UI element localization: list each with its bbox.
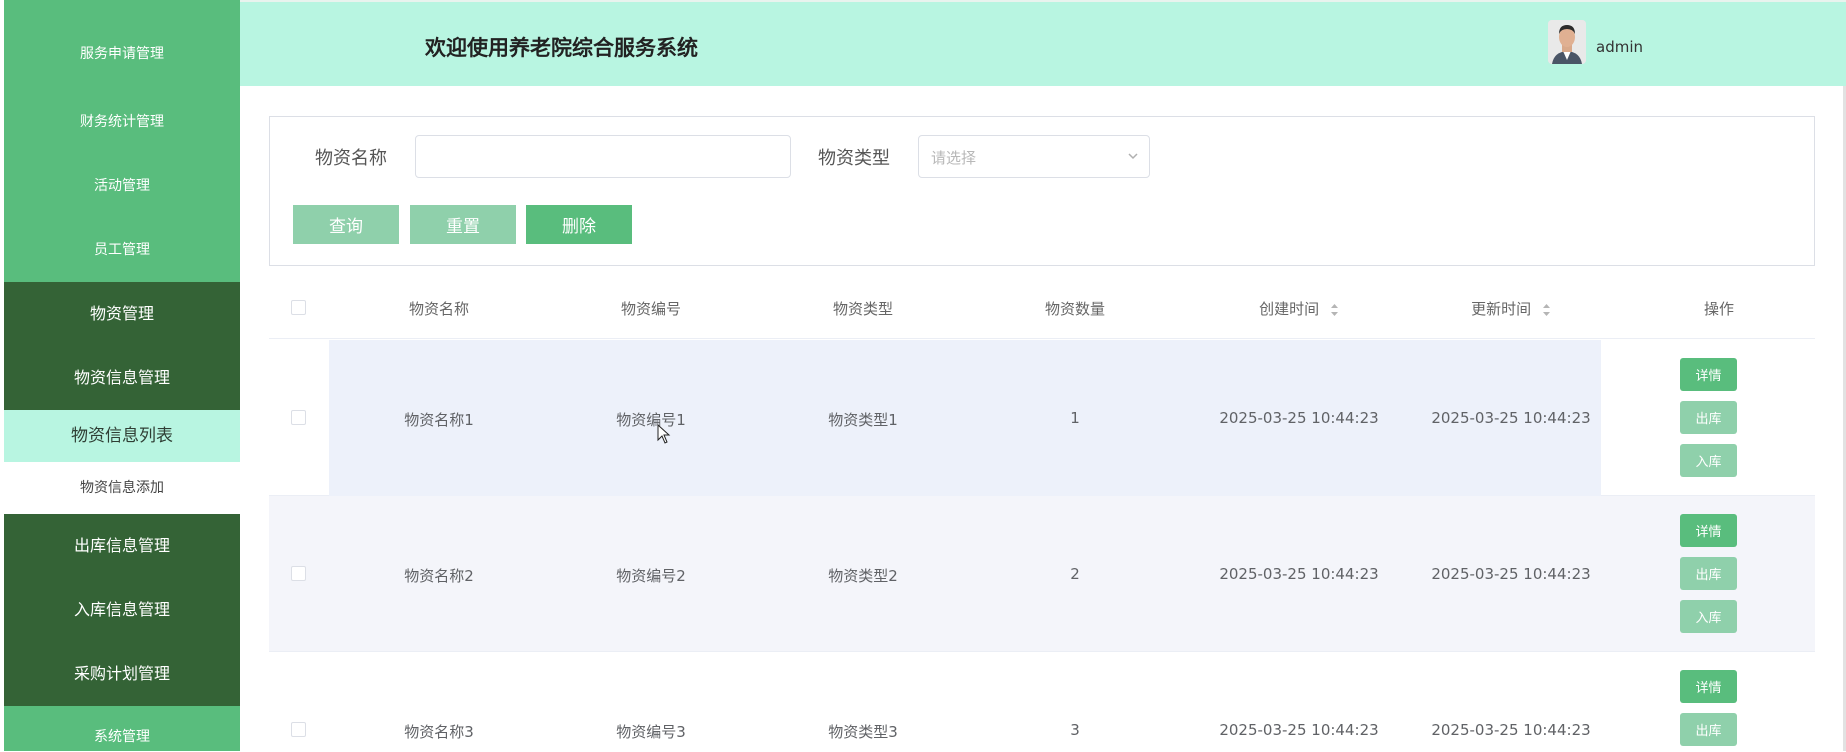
cell-name: 物资名称3 [404, 723, 474, 741]
cell-created: 2025-03-25 10:44:23 [1219, 721, 1379, 739]
reset-button[interactable]: 重置 [410, 205, 516, 244]
delete-button[interactable]: 删除 [526, 205, 632, 244]
sidebar-item-service-apply[interactable]: 服务申请管理 [4, 24, 240, 84]
cell-qty: 3 [1070, 721, 1080, 739]
table-row[interactable]: 物资名称1 物资编号1 物资类型1 1 2025-03-25 10:44:23 … [269, 340, 1815, 496]
cell-qty: 2 [1070, 565, 1080, 583]
outbound-button[interactable]: 出库 [1680, 557, 1737, 590]
col-updated[interactable]: 更新时间 [1416, 298, 1606, 319]
cell-updated: 2025-03-25 10:44:23 [1431, 565, 1591, 583]
chevron-down-icon [1128, 153, 1138, 160]
table-row[interactable]: 物资名称2 物资编号2 物资类型2 2 2025-03-25 10:44:23 … [269, 496, 1815, 652]
table-row[interactable]: 物资名称3 物资编号3 物资类型3 3 2025-03-25 10:44:23 … [269, 652, 1815, 752]
cell-type: 物资类型1 [828, 411, 898, 429]
search-panel: 物资名称 物资类型 请选择 查询 重置 删除 [269, 116, 1815, 266]
col-created[interactable]: 创建时间 [1204, 298, 1394, 319]
sidebar: 服务申请管理 财务统计管理 活动管理 员工管理 物资管理 物资信息管理 物资信息… [4, 0, 240, 751]
cell-name: 物资名称1 [404, 411, 474, 429]
sidebar-item-material-add[interactable]: 物资信息添加 [4, 462, 240, 514]
col-updated-label: 更新时间 [1471, 300, 1532, 318]
detail-button[interactable]: 详情 [1680, 358, 1737, 391]
avatar[interactable] [1548, 20, 1586, 64]
cell-created: 2025-03-25 10:44:23 [1219, 565, 1379, 583]
cell-updated: 2025-03-25 10:44:23 [1431, 721, 1591, 739]
row-checkbox[interactable] [291, 410, 306, 425]
sidebar-item-material-list[interactable]: 物资信息列表 [4, 410, 240, 462]
sidebar-item-material-info[interactable]: 物资信息管理 [4, 346, 240, 410]
cell-qty: 1 [1070, 409, 1080, 427]
row-checkbox[interactable] [291, 722, 306, 737]
row-hover-highlight [329, 340, 1601, 496]
sidebar-item-activity[interactable]: 活动管理 [4, 156, 240, 216]
col-type: 物资类型 [832, 300, 893, 318]
material-type-label: 物资类型 [818, 148, 890, 169]
col-name: 物资名称 [408, 300, 469, 318]
cell-code: 物资编号1 [616, 411, 686, 429]
sidebar-item-staff[interactable]: 员工管理 [4, 220, 240, 280]
cell-name: 物资名称2 [404, 567, 474, 585]
sidebar-item-system[interactable]: 系统管理 [4, 712, 240, 751]
outbound-button[interactable]: 出库 [1680, 713, 1737, 746]
detail-button[interactable]: 详情 [1680, 514, 1737, 547]
sidebar-item-purchase-plan[interactable]: 采购计划管理 [4, 642, 240, 706]
cell-created: 2025-03-25 10:44:23 [1219, 409, 1379, 427]
row-checkbox[interactable] [291, 566, 306, 581]
col-actions: 操作 [1703, 300, 1734, 318]
mouse-cursor-icon [657, 424, 671, 444]
sort-icon[interactable] [1330, 302, 1339, 318]
query-button[interactable]: 查询 [293, 205, 399, 244]
material-name-label: 物资名称 [315, 148, 387, 169]
outbound-button[interactable]: 出库 [1680, 401, 1737, 434]
top-header: 欢迎使用养老院综合服务系统 admin [240, 0, 1846, 86]
inbound-button[interactable]: 入库 [1680, 444, 1737, 477]
sort-icon[interactable] [1542, 302, 1551, 318]
sidebar-item-materials[interactable]: 物资管理 [4, 282, 240, 346]
cell-updated: 2025-03-25 10:44:23 [1431, 409, 1591, 427]
material-name-input[interactable] [415, 135, 791, 178]
col-created-label: 创建时间 [1259, 300, 1320, 318]
table-header: 物资名称 物资编号 物资类型 物资数量 创建时间 更新时间 操作 [269, 278, 1815, 339]
cell-code: 物资编号2 [616, 567, 686, 585]
sidebar-item-inbound[interactable]: 入库信息管理 [4, 578, 240, 642]
username-label[interactable]: admin [1596, 38, 1643, 56]
col-code: 物资编号 [620, 300, 681, 318]
inbound-button[interactable]: 入库 [1680, 600, 1737, 633]
sidebar-item-finance[interactable]: 财务统计管理 [4, 92, 240, 152]
page-title: 欢迎使用养老院综合服务系统 [425, 36, 698, 60]
sidebar-item-outbound[interactable]: 出库信息管理 [4, 514, 240, 578]
cell-code: 物资编号3 [616, 723, 686, 741]
material-type-placeholder: 请选择 [931, 149, 977, 167]
sidebar-item-cut[interactable] [4, 0, 240, 4]
cell-type: 物资类型2 [828, 567, 898, 585]
col-qty: 物资数量 [1044, 300, 1105, 318]
cell-type: 物资类型3 [828, 723, 898, 741]
material-type-select[interactable]: 请选择 [918, 135, 1150, 178]
detail-button[interactable]: 详情 [1680, 670, 1737, 703]
select-all-checkbox[interactable] [291, 300, 306, 315]
